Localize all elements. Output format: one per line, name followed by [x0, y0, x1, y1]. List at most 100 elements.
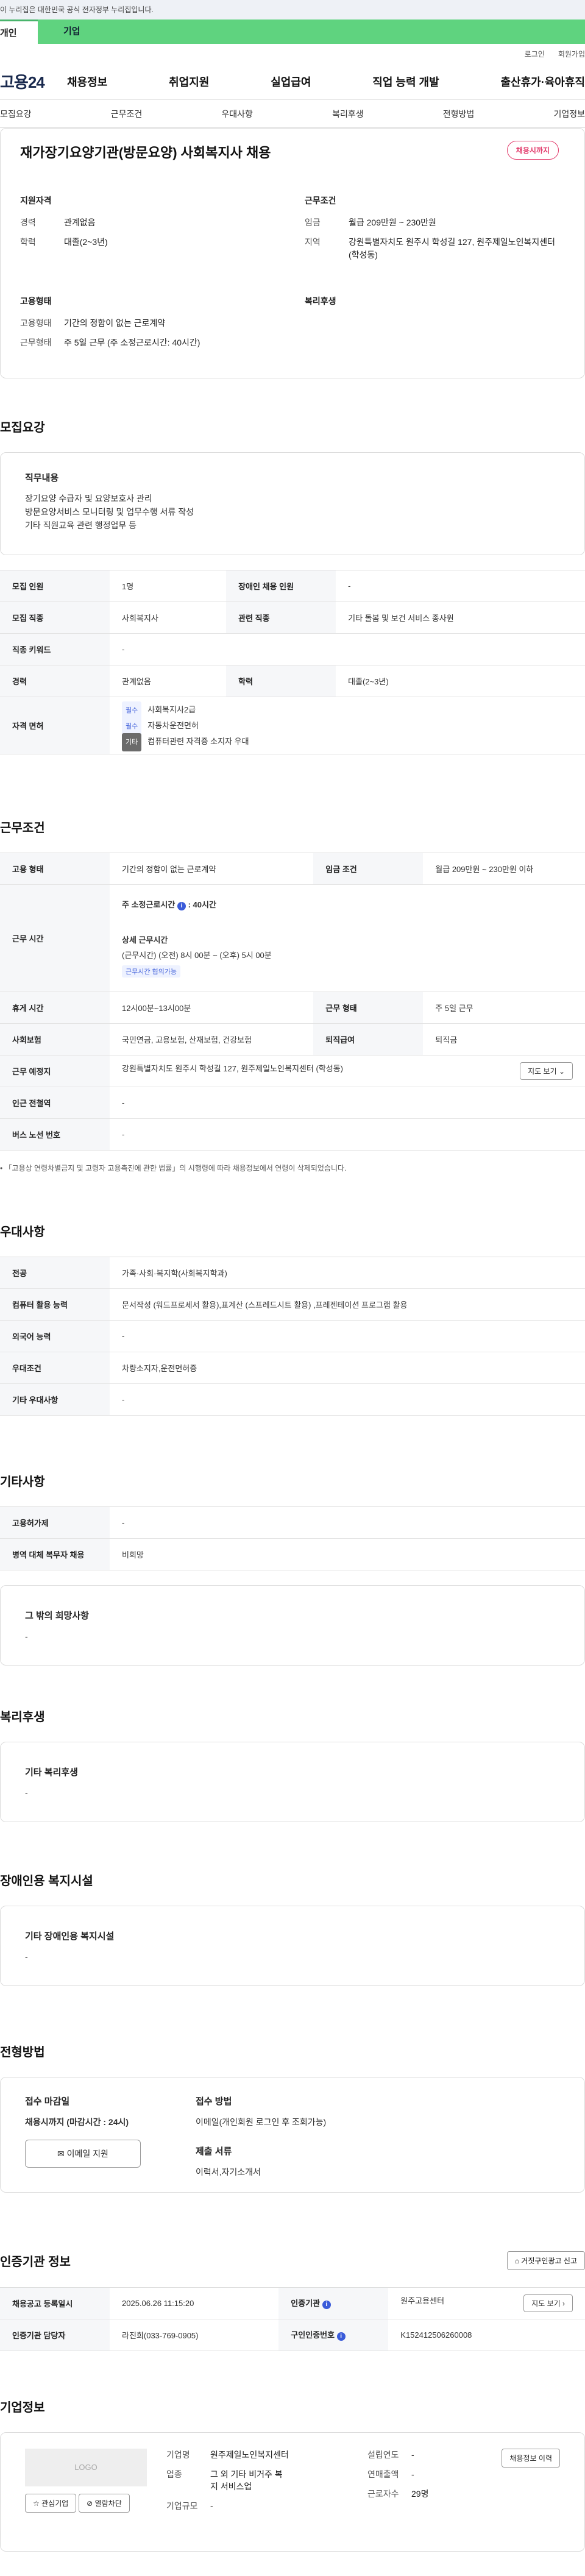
device-value: - [110, 1506, 585, 1539]
signup-link[interactable]: 회원가입 [558, 49, 585, 59]
gnb-item-jobs[interactable]: 채용정보 [67, 74, 107, 90]
table-row: 우대조건 차량소지자,운전면허증 [0, 1352, 585, 1384]
map-button[interactable]: 지도 보기 ⌄ [520, 1062, 573, 1080]
license-name: 컴퓨터관련 자격증 소지자 우대 [147, 737, 249, 747]
emp-key: 고용 형태 [0, 853, 110, 885]
info-icon[interactable]: i [322, 2301, 331, 2310]
disabled-box-value: - [25, 1951, 28, 1962]
size-key: 기업규모 [166, 2501, 198, 2511]
org-key: 인증기관 i [278, 2287, 389, 2319]
emp-value: 기간의 정함이 없는 근로계약 [110, 853, 314, 885]
station-key: 인근 전철역 [0, 1087, 110, 1119]
gnb-item-leave[interactable]: 출산휴가·육아휴직 [501, 74, 585, 90]
license-name: 사회복지사2급 [147, 705, 196, 715]
util-bar: 로그인 회원가입 [0, 44, 585, 63]
disabled-box-title: 기타 장애인용 복지시설 [25, 1931, 115, 1942]
license-item: 필수 사회복지사2급 [122, 701, 573, 720]
wage-key: 임금 조건 [313, 853, 424, 885]
welfare-title: 복리후생 [305, 296, 336, 306]
lnb-recruit[interactable]: 모집요강 [0, 108, 32, 120]
table-row: 휴게 시간 12시00분~13시00분 근무 형태 주 5일 근무 [0, 992, 585, 1024]
wish-title: 그 밖의 희망사항 [25, 1610, 89, 1621]
gnb-item-unemployment[interactable]: 실업급여 [271, 74, 311, 90]
preferences-table: 전공 가족·사회·복지학(사회복지학과) 컴퓨터 활용 능력 문서작성 (워드프로세… [0, 1256, 585, 1416]
age-note-text: 「고용상 연령차별금지 및 고령자 고용촉진에 관한 법률」의 시행령에 따라 … [4, 1163, 347, 1173]
table-row: 직종 키워드 - [0, 633, 585, 665]
table-row: 고용 형태 기간의 정함이 없는 근로계약 임금 조건 월급 209만원 ~ 2… [0, 853, 585, 885]
wage-value: 월급 209만원 ~ 230만원 [349, 218, 436, 227]
company-info-left: 기업명 원주제일노인복지센터 업종 그 외 기타 비거주 복지 서비스업 기업규모 - [166, 2449, 367, 2535]
section-disabled: 장애인용 복지시설 기타 장애인용 복지시설 - [0, 1871, 585, 1986]
section-title-selection: 전형방법 [0, 2045, 45, 2059]
major-value: 가족·사회·복지학(사회복지학과) [110, 1257, 585, 1289]
time-hours: 40시간 [193, 900, 216, 910]
career-value-row: 관계없음 [110, 665, 227, 697]
user-tabs: 개인 기업 [0, 20, 585, 44]
employment-title: 고용형태 [20, 296, 52, 306]
table-row: 인근 전철역 - [0, 1087, 585, 1119]
severance-value: 퇴직금 [423, 1023, 585, 1056]
section-selection: 전형방법 접수 마감일 채용시까지 (마감시간 : 24시) ✉ 이메일 지원 … [0, 2042, 585, 2193]
info-icon[interactable]: i [336, 2332, 346, 2341]
related-key: 관련 직종 [226, 601, 336, 634]
lnb-conditions[interactable]: 근무조건 [111, 108, 143, 120]
cert-map-button[interactable]: 지도 보기 › [523, 2294, 573, 2312]
qualification-title: 지원자격 [20, 196, 52, 205]
block-button[interactable]: ⊘ 열람차단 [79, 2493, 130, 2513]
selection-box: 접수 마감일 채용시까지 (마감시간 : 24시) ✉ 이메일 지원 접수 방법… [0, 2076, 585, 2193]
sales-key: 연매출액 [367, 2469, 399, 2479]
employment-value: 기간의 정함이 없는 근로계약 [64, 318, 166, 328]
license-item: 필수 자동차운전면허 [122, 717, 573, 736]
gnb-item-employment-support[interactable]: 취업지원 [169, 74, 209, 90]
company-name-value: 원주제일노인복지센터 [210, 2449, 289, 2460]
lnb-welfare[interactable]: 복리후생 [332, 108, 364, 120]
star-icon: ☆ [33, 2499, 40, 2508]
break-value: 12시00분~13시00분 [110, 992, 314, 1024]
table-row: 전공 가족·사회·복지학(사회복지학과) [0, 1257, 585, 1289]
interest-button[interactable]: ☆ 관심기업 [25, 2493, 77, 2513]
region-value: 강원특별자치도 원주시 학성길 127, 원주제일노인복지센터 (학성동) [349, 237, 556, 260]
wage-value-row: 월급 209만원 ~ 230만원 이하 [423, 853, 585, 885]
tab-personal[interactable]: 개인 [0, 20, 38, 44]
major-key: 전공 [0, 1257, 110, 1289]
section-title-conditions: 근무조건 [0, 821, 45, 835]
local-nav: 모집요강 근무조건 우대사항 복리후생 전형방법 기업정보 [0, 100, 585, 128]
table-row: 인증기관 담당자 라진희(033-769-0905) 구인인증번호 i K152… [0, 2319, 585, 2351]
site-logo[interactable]: 고용24 [0, 70, 67, 93]
welfare-box: 기타 복리후생 - [0, 1741, 585, 1822]
welfare-box-value: - [25, 1787, 28, 1798]
history-button[interactable]: 채용정보 이력 [502, 2448, 560, 2468]
selection-right: 접수 방법 이메일(개인회원 로그인 후 조회가능) 제출 서류 이력서,자기소… [196, 2095, 326, 2177]
region-label: 지역 [305, 237, 321, 247]
certification-title: 인증기관 정보 [0, 2255, 71, 2269]
docs-title: 제출 서류 [196, 2146, 232, 2157]
time-detail: (근무시간) (오전) 8시 00분 ~ (오후) 5시 00분 [122, 951, 272, 960]
gnb-item-training[interactable]: 직업 능력 개발 [372, 74, 439, 90]
lnb-preferences[interactable]: 우대사항 [221, 108, 253, 120]
tab-company[interactable]: 기업 [38, 20, 585, 44]
deadline-title: 접수 마감일 [25, 2096, 70, 2107]
computer-key: 컴퓨터 활용 능력 [0, 1288, 110, 1321]
info-icon[interactable]: i [177, 902, 186, 911]
page-bottom-spacer [0, 2552, 585, 2576]
section-title-others: 기타사항 [0, 1475, 45, 1489]
table-row: 컴퓨터 활용 능력 문서작성 (워드프로세서 활용),표계산 (스프레드시트 활용… [0, 1288, 585, 1321]
education-value: 대졸(2~3년) [64, 237, 108, 247]
manager-key: 인증기관 담당자 [0, 2319, 110, 2351]
company-actions: ☆ 관심기업 ⊘ 열람차단 [25, 2493, 166, 2513]
type-key: 근무 형태 [313, 992, 424, 1024]
login-link[interactable]: 로그인 [525, 49, 545, 59]
section-title-welfare: 복리후생 [0, 1710, 45, 1724]
lnb-selection[interactable]: 전형방법 [443, 108, 475, 120]
table-row: 근무 시간 주 소정근로시간 i : 40시간 상세 근무시간 (근무시간) (… [0, 884, 585, 992]
deadline-badge: 채용시까지 [506, 141, 559, 160]
lnb-company[interactable]: 기업정보 [553, 108, 585, 120]
bus-value: - [110, 1118, 585, 1151]
report-button[interactable]: ⌂ 거짓구인광고 신고 [506, 2251, 585, 2270]
org-value: 원주고용센터 [400, 2296, 445, 2305]
section-title-certification: 인증기관 정보 ⌂ 거짓구인광고 신고 [0, 2251, 585, 2270]
global-nav: 고용24 채용정보 취업지원 실업급여 직업 능력 개발 출산휴가·육아휴직 [0, 63, 585, 100]
email-apply-button[interactable]: ✉ 이메일 지원 [25, 2140, 141, 2168]
insurance-key: 사회보험 [0, 1023, 110, 1056]
related-value: 기타 돌봄 및 보건 서비스 종사원 [336, 601, 585, 634]
